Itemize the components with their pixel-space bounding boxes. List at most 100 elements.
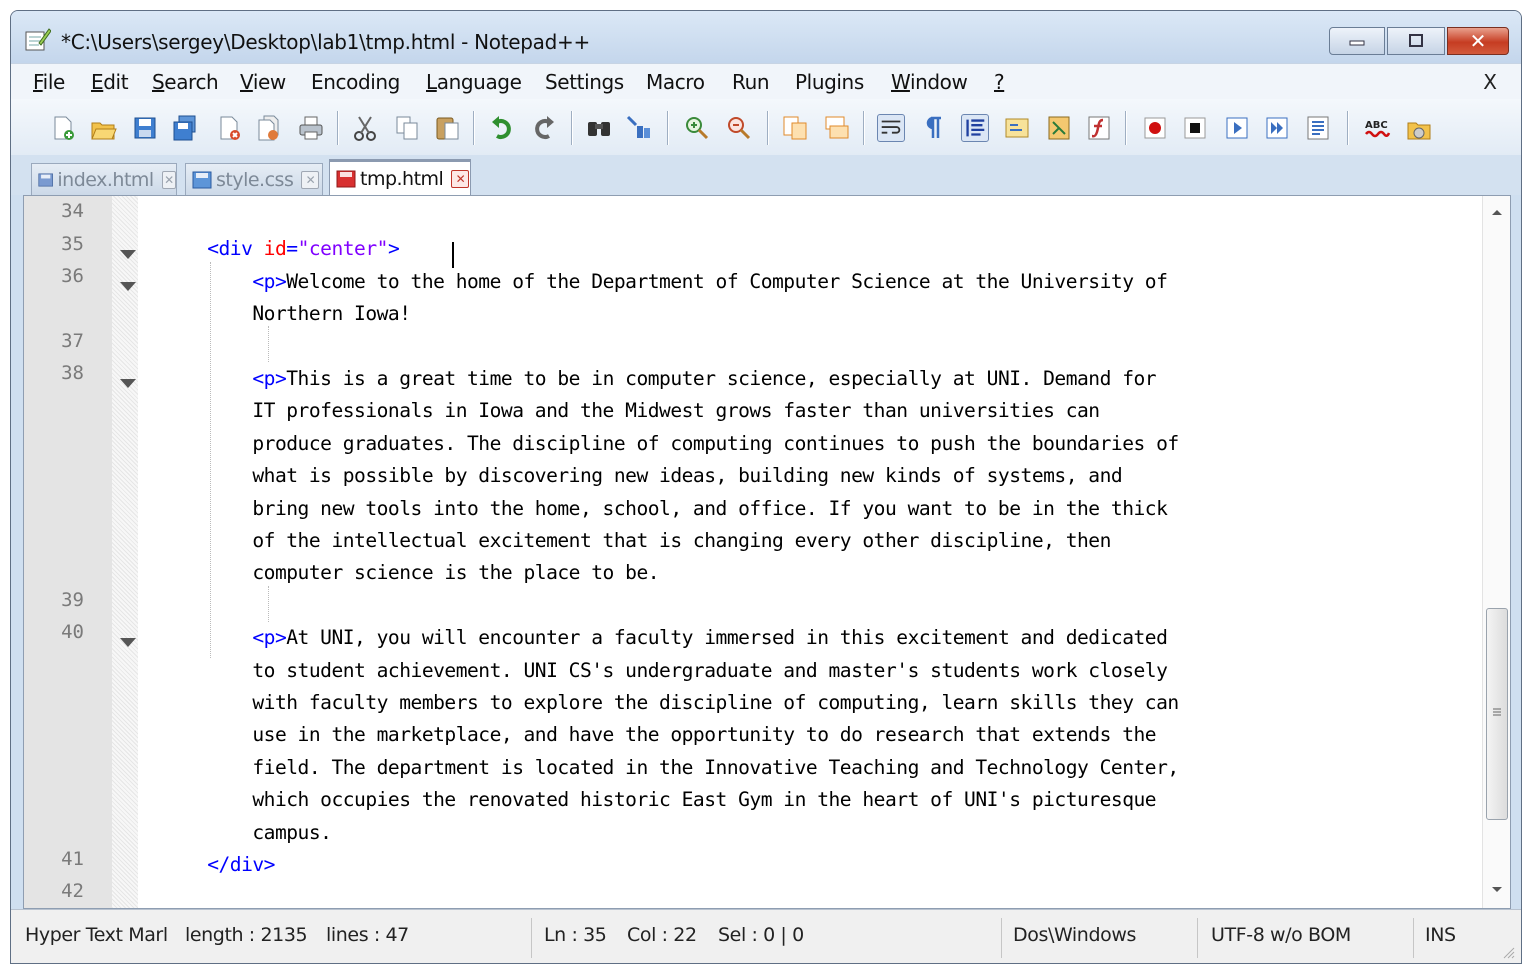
resize-grip-icon[interactable] bbox=[1501, 945, 1515, 959]
scroll-down-icon[interactable] bbox=[1491, 886, 1503, 894]
menu-plugins[interactable]: Plugins bbox=[795, 70, 864, 94]
cut-icon[interactable] bbox=[351, 114, 379, 142]
status-separator bbox=[531, 918, 532, 958]
line-number: 38 bbox=[61, 362, 84, 384]
menu-search[interactable]: Search bbox=[152, 70, 219, 94]
tab-label: index.html bbox=[57, 168, 154, 191]
replace-icon[interactable] bbox=[625, 114, 653, 142]
tab-close-icon[interactable]: ✕ bbox=[301, 170, 320, 189]
close-all-icon[interactable] bbox=[255, 114, 283, 142]
sync-horizontal-icon[interactable] bbox=[823, 114, 851, 142]
code-line[interactable]: bring new tools into the home, school, a… bbox=[162, 497, 1168, 520]
scroll-up-icon[interactable] bbox=[1491, 208, 1503, 216]
tab-index-html[interactable]: index.html ✕ bbox=[31, 163, 177, 195]
save-icon[interactable] bbox=[131, 114, 159, 142]
paste-icon[interactable] bbox=[433, 114, 461, 142]
code-line[interactable]: field. The department is located in the … bbox=[162, 756, 1179, 779]
code-line[interactable]: <p>At UNI, you will encounter a faculty … bbox=[162, 626, 1168, 649]
menu-encoding[interactable]: Encoding bbox=[311, 70, 400, 94]
menu-settings[interactable]: Settings bbox=[545, 70, 624, 94]
status-line: Ln : 35 bbox=[544, 924, 607, 946]
toolbar: ABC bbox=[11, 99, 1521, 155]
menu-help[interactable]: ? bbox=[994, 70, 1005, 94]
document-map-icon[interactable] bbox=[1045, 114, 1073, 142]
menu-language[interactable]: Language bbox=[426, 70, 522, 94]
menu-edit[interactable]: Edit bbox=[91, 70, 129, 94]
code-line[interactable]: produce graduates. The discipline of com… bbox=[162, 432, 1179, 455]
code-line[interactable]: campus. bbox=[162, 821, 332, 844]
close-window-button[interactable]: ✕ bbox=[1447, 27, 1509, 55]
tab-close-icon[interactable]: ✕ bbox=[161, 170, 176, 189]
plugin-icon[interactable] bbox=[1405, 114, 1433, 142]
zoom-in-icon[interactable] bbox=[683, 114, 711, 142]
tab-close-icon[interactable]: ✕ bbox=[451, 169, 470, 188]
menu-run[interactable]: Run bbox=[732, 70, 770, 94]
line-number: 36 bbox=[61, 265, 84, 287]
save-macro-icon[interactable] bbox=[1305, 114, 1333, 142]
show-all-chars-icon[interactable] bbox=[919, 114, 947, 142]
tab-style-css[interactable]: style.css ✕ bbox=[185, 163, 323, 195]
fold-toggle-icon[interactable] bbox=[120, 250, 136, 259]
toolbar-separator bbox=[863, 111, 864, 145]
code-line[interactable]: </div> bbox=[162, 853, 275, 876]
record-macro-icon[interactable] bbox=[1141, 114, 1169, 142]
status-selection: Sel : 0 | 0 bbox=[718, 924, 804, 946]
spell-check-icon[interactable]: ABC bbox=[1363, 114, 1391, 142]
fold-toggle-icon[interactable] bbox=[120, 638, 136, 647]
fold-margin[interactable] bbox=[112, 196, 138, 908]
code-line[interactable]: of the intellectual excitement that is c… bbox=[162, 529, 1111, 552]
menu-file[interactable]: File bbox=[33, 70, 65, 94]
find-icon[interactable] bbox=[585, 114, 613, 142]
word-wrap-icon[interactable] bbox=[877, 114, 905, 142]
code-line[interactable]: <p>Welcome to the home of the Department… bbox=[162, 270, 1168, 293]
play-macro-icon[interactable] bbox=[1223, 114, 1251, 142]
new-file-icon[interactable] bbox=[49, 114, 77, 142]
title-bar[interactable]: *C:\Users\sergey\Desktop\lab1\tmp.html -… bbox=[11, 11, 1521, 63]
code-line[interactable]: IT professionals in Iowa and the Midwest… bbox=[162, 399, 1100, 422]
code-line[interactable]: Northern Iowa! bbox=[162, 302, 411, 325]
fold-toggle-icon[interactable] bbox=[120, 282, 136, 291]
code-line[interactable]: which occupies the renovated historic Ea… bbox=[162, 788, 1156, 811]
code-line[interactable]: <div id="center"> bbox=[162, 237, 400, 260]
maximize-button[interactable] bbox=[1387, 27, 1445, 55]
minimize-button[interactable] bbox=[1329, 27, 1385, 55]
function-list-icon[interactable] bbox=[1085, 114, 1113, 142]
window-title: *C:\Users\sergey\Desktop\lab1\tmp.html -… bbox=[61, 30, 590, 54]
code-line[interactable]: <p>This is a great time to be in compute… bbox=[162, 367, 1156, 390]
sync-vertical-icon[interactable] bbox=[781, 114, 809, 142]
unsaved-file-icon bbox=[336, 170, 356, 187]
tab-tmp-html[interactable]: tmp.html ✕ bbox=[329, 159, 471, 195]
code-editor[interactable]: 34 35 36 37 38 39 40 41 42 <div id="cent… bbox=[23, 195, 1511, 909]
menu-view[interactable]: View bbox=[240, 70, 286, 94]
menu-window[interactable]: Window bbox=[891, 70, 968, 94]
code-line[interactable]: computer science is the place to be. bbox=[162, 561, 659, 584]
code-line[interactable]: to student achievement. UNI CS's undergr… bbox=[162, 659, 1168, 682]
save-all-icon[interactable] bbox=[171, 114, 199, 142]
indent-guide bbox=[268, 326, 269, 362]
code-line[interactable]: what is possible by discovering new idea… bbox=[162, 464, 1122, 487]
svg-text:ABC: ABC bbox=[1365, 120, 1388, 131]
close-document-button[interactable]: X bbox=[1483, 70, 1497, 94]
code-line[interactable]: with faculty members to explore the disc… bbox=[162, 691, 1179, 714]
scrollbar-thumb[interactable] bbox=[1486, 608, 1508, 820]
text-caret bbox=[452, 242, 454, 268]
copy-icon[interactable] bbox=[393, 114, 421, 142]
redo-icon[interactable] bbox=[529, 114, 557, 142]
run-macro-multiple-icon[interactable] bbox=[1263, 114, 1291, 142]
fold-toggle-icon[interactable] bbox=[120, 379, 136, 388]
line-number: 34 bbox=[61, 200, 84, 222]
close-icon[interactable] bbox=[215, 114, 243, 142]
zoom-out-icon[interactable] bbox=[725, 114, 753, 142]
user-language-icon[interactable] bbox=[1003, 114, 1031, 142]
tab-label: tmp.html bbox=[360, 167, 444, 190]
grip-icon bbox=[1493, 708, 1501, 716]
vertical-scrollbar[interactable] bbox=[1482, 196, 1510, 908]
line-number: 40 bbox=[61, 621, 84, 643]
stop-record-icon[interactable] bbox=[1181, 114, 1209, 142]
print-icon[interactable] bbox=[297, 114, 325, 142]
menu-macro[interactable]: Macro bbox=[646, 70, 705, 94]
open-file-icon[interactable] bbox=[89, 114, 117, 142]
indent-guide-icon[interactable] bbox=[961, 114, 989, 142]
undo-icon[interactable] bbox=[489, 114, 517, 142]
code-line[interactable]: use in the marketplace, and have the opp… bbox=[162, 723, 1156, 746]
